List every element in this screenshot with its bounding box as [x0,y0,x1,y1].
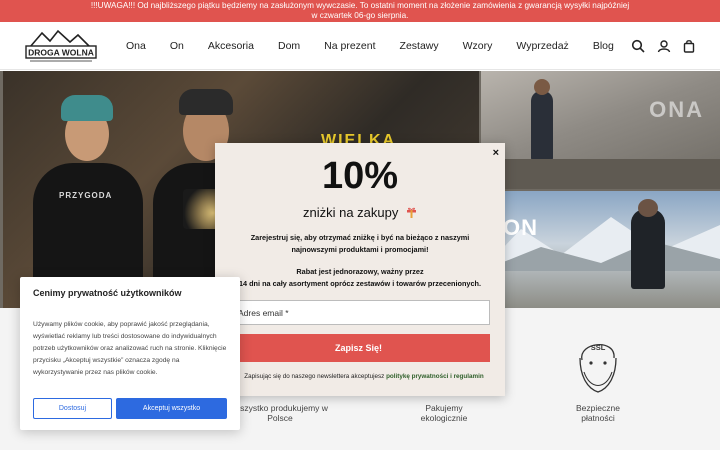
site-header: DROGA WOLNA Ona On Akcesoria Dom Na prez… [0,22,720,70]
newsletter-subheadline: zniżki na zakupy [215,205,505,220]
cart-icon[interactable] [682,39,696,53]
subscribe-button[interactable]: Zapisz Się! [227,334,490,362]
hero-tile-on-label: ON [503,215,538,240]
cookie-title: Cenimy prywatność użytkowników [33,288,182,298]
hero-ona-rocks [481,159,720,189]
nav-item-blog[interactable]: Blog [593,40,614,52]
newsletter-subheadline-text: zniżki na zakupy [302,205,399,220]
hero-on-head [638,199,658,217]
feature-made-in-poland: Wszystko produkujemy w Polsce [232,403,328,423]
cookie-consent-dialog: Cenimy prywatność użytkowników Używamy p… [20,277,240,430]
site-logo[interactable]: DROGA WOLNA [24,28,98,64]
feature-secure-payments: Bezpieczne płatności [560,403,636,423]
nav-item-wzory[interactable]: Wzory [463,40,493,52]
accept-all-cookies-button[interactable]: Akceptuj wszystko [116,398,227,419]
nav-item-on[interactable]: On [170,40,184,52]
nav-item-akcesoria[interactable]: Akcesoria [208,40,254,52]
newsletter-terms-line2: 14 dni na cały asortyment oprócz zestawó… [238,278,482,288]
tshirt-print-text: PRZYGODA [59,191,113,200]
search-icon[interactable] [631,39,645,53]
customize-cookies-button[interactable]: Dostosuj [33,398,112,419]
gift-icon [407,207,416,218]
logo-mountains-icon: DROGA WOLNA [25,29,97,62]
privacy-policy-link[interactable]: politykę prywatności i regulamin [386,373,484,380]
hero-on-figure [631,209,665,289]
consent-text: Zapisując się do naszego newslettera akc… [244,373,385,380]
nav-item-na-prezent[interactable]: Na prezent [324,40,375,52]
hero-tile-ona-label: ONA [649,97,704,122]
newsletter-modal: × 10% zniżki na zakupy Zarejestruj się, … [215,143,505,396]
nav-item-ona[interactable]: Ona [126,40,146,52]
announcement-text: !!!UWAGA!!! Od najbliższego piątku będzi… [90,1,630,20]
nav-item-wyprzedaz[interactable]: Wyprzedaż [516,40,568,52]
nav-item-dom[interactable]: Dom [278,40,300,52]
hero-ona-head [534,79,550,95]
main-nav: Ona On Akcesoria Dom Na prezent Zestawy … [126,22,638,70]
newsletter-headline: 10% [321,155,399,197]
beanie-teal [61,95,113,121]
announcement-bar: !!!UWAGA!!! Od najbliższego piątku będzi… [0,0,720,22]
hero-tile-on[interactable]: ON [481,191,720,308]
email-field[interactable] [227,300,490,325]
nav-item-zestawy[interactable]: Zestawy [400,40,439,52]
logo-text: DROGA WOLNA [28,48,94,58]
feature-label: Wszystko produkujemy w Polsce [232,403,328,423]
hero-ona-figure [531,91,553,161]
account-icon[interactable] [657,39,671,53]
ssl-badge-text: SSL [591,343,606,352]
newsletter-discount-terms: Rabat jest jednorazowy, ważny przez 14 d… [225,266,495,289]
newsletter-description: Zarejestruj się, aby otrzymać zniżkę i b… [250,233,470,254]
newsletter-terms-line1: Rabat jest jednorazowy, ważny przez [296,267,424,276]
ssl-icon: SSL [579,343,617,393]
feature-eco-packaging: Pakujemy ekologicznie [404,403,484,423]
cookie-body: Używamy plików cookie, aby poprawić jako… [33,321,227,376]
beanie-dark [179,89,233,115]
feature-label: Pakujemy ekologicznie [420,403,468,423]
newsletter-consent: Zapisując się do naszego newslettera akc… [229,373,499,380]
hero-tile-ona[interactable]: ONA [481,71,720,189]
feature-label: Bezpieczne płatności [576,403,620,423]
